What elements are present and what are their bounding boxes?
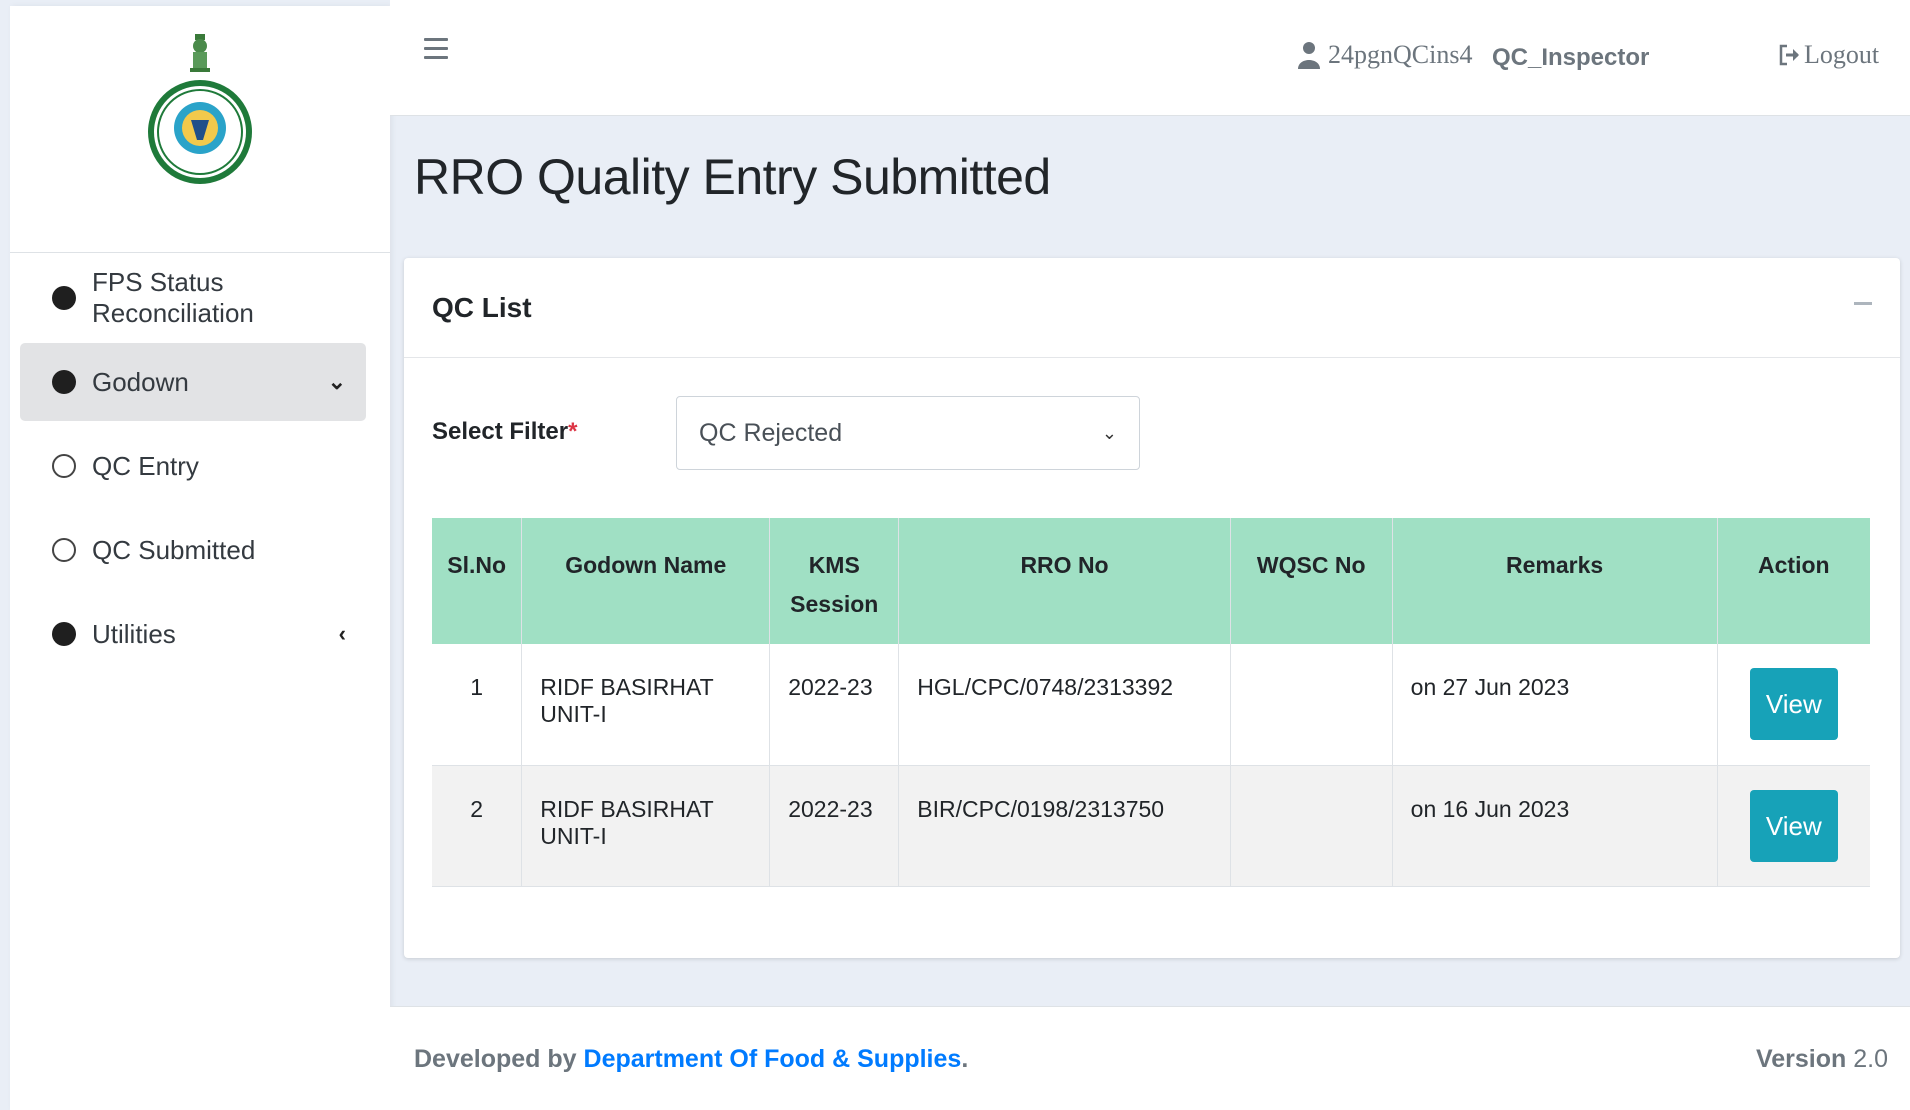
column-header-rro-no: RRO No <box>898 518 1231 644</box>
west-bengal-emblem-logo <box>148 34 252 184</box>
footer: Developed by Department Of Food & Suppli… <box>390 1006 1910 1110</box>
version-info: Version 2.0 <box>1756 1045 1888 1074</box>
column-header-action: Action <box>1717 518 1870 644</box>
user-icon <box>1298 42 1320 69</box>
chevron-down-icon: ⌄ <box>327 369 346 394</box>
footer-period: . <box>961 1045 969 1073</box>
version-value: 2.0 <box>1853 1045 1888 1073</box>
view-button[interactable]: View <box>1749 789 1838 862</box>
qc-list-card: QC List Select Filter* QC Rejected ⌄ Sl.… <box>404 258 1900 958</box>
column-header-godown-name: Godown Name <box>521 518 771 644</box>
sidebar-nav: FPS Status Reconciliation Godown ⌄ QC En… <box>10 259 390 673</box>
sidebar-item-qc-submitted[interactable]: QC Submitted <box>20 511 366 589</box>
column-header-sl-no: Sl.No <box>432 518 523 644</box>
table-row: 2 RIDF BASIRHAT UNIT-I 2022-23 BIR/CPC/0… <box>432 765 1870 887</box>
outline-circle-icon <box>52 538 76 562</box>
cell-action: View <box>1717 644 1870 766</box>
cell-godown-name: RIDF BASIRHAT UNIT-I <box>521 644 771 766</box>
user-role: QC_Inspector <box>1492 44 1650 71</box>
sign-out-icon <box>1779 44 1799 66</box>
cell-kms-session: 2022-23 <box>769 765 900 887</box>
filled-circle-icon <box>52 370 76 394</box>
logout-label: Logout <box>1804 40 1880 69</box>
column-header-kms-session: KMS Session <box>769 518 900 644</box>
required-mark: * <box>568 418 578 445</box>
topbar: 24pgnQCins4 QC_Inspector Logout <box>390 0 1910 116</box>
cell-rro-no: BIR/CPC/0198/2313750 <box>898 765 1231 887</box>
column-header-wqsc-no: WQSC No <box>1230 518 1393 644</box>
column-header-remarks: Remarks <box>1392 518 1718 644</box>
cell-action: View <box>1717 765 1870 887</box>
cell-rro-no: HGL/CPC/0748/2313392 <box>898 644 1231 766</box>
sidebar-item-utilities[interactable]: Utilities ‹ <box>20 595 366 673</box>
filter-select-value: QC Rejected <box>699 418 843 447</box>
user-info: 24pgnQCins4 <box>1298 40 1472 70</box>
table-header-row: Sl.No Godown Name KMS Session RRO No WQS… <box>432 518 1870 644</box>
hamburger-menu-icon[interactable] <box>424 38 448 62</box>
cell-remarks: on 27 Jun 2023 <box>1392 644 1718 766</box>
chevron-left-icon: ‹ <box>338 621 346 646</box>
sidebar-item-fps-status-reconciliation[interactable]: FPS Status Reconciliation <box>20 259 366 337</box>
brand-area <box>10 6 390 253</box>
sidebar: FPS Status Reconciliation Godown ⌄ QC En… <box>10 6 390 1110</box>
sidebar-item-label: FPS Status Reconciliation <box>92 267 254 328</box>
cell-sl-no: 1 <box>432 644 523 766</box>
card-header: QC List <box>404 258 1900 358</box>
filled-circle-icon <box>52 622 76 646</box>
chevron-down-icon: ⌄ <box>1101 422 1117 443</box>
developed-by-text: Developed by <box>414 1045 577 1073</box>
filter-label: Select Filter* <box>432 418 577 446</box>
filter-select[interactable]: QC Rejected ⌄ <box>676 396 1140 470</box>
sidebar-item-qc-entry[interactable]: QC Entry <box>20 427 366 505</box>
page-title: RRO Quality Entry Submitted <box>414 149 1051 205</box>
cell-sl-no: 2 <box>432 765 523 887</box>
footer-credit: Developed by Department Of Food & Suppli… <box>414 1045 968 1074</box>
card-title: QC List <box>432 292 532 323</box>
logout-link[interactable]: Logout <box>1778 40 1879 70</box>
sidebar-item-godown[interactable]: Godown ⌄ <box>20 343 366 421</box>
username: 24pgnQCins4 <box>1328 40 1473 69</box>
qc-list-table: Sl.No Godown Name KMS Session RRO No WQS… <box>432 518 1870 887</box>
table-row: 1 RIDF BASIRHAT UNIT-I 2022-23 HGL/CPC/0… <box>432 644 1870 766</box>
sidebar-item-label: QC Submitted <box>92 534 256 565</box>
cell-kms-session: 2022-23 <box>769 644 900 766</box>
sidebar-item-label: QC Entry <box>92 450 199 481</box>
cell-wqsc-no <box>1230 765 1393 887</box>
view-button[interactable]: View <box>1749 668 1838 740</box>
department-link[interactable]: Department Of Food & Supplies <box>584 1045 962 1073</box>
cell-wqsc-no <box>1230 644 1393 766</box>
collapse-minus-icon[interactable] <box>1854 302 1872 305</box>
outline-circle-icon <box>52 454 76 478</box>
version-label: Version <box>1755 1045 1847 1073</box>
filled-circle-icon <box>52 286 76 310</box>
cell-remarks: on 16 Jun 2023 <box>1392 765 1718 887</box>
sidebar-item-label: Utilities <box>92 618 176 649</box>
filter-label-text: Select Filter <box>432 418 569 445</box>
sidebar-item-label: Godown <box>92 366 189 397</box>
cell-godown-name: RIDF BASIRHAT UNIT-I <box>521 765 771 887</box>
